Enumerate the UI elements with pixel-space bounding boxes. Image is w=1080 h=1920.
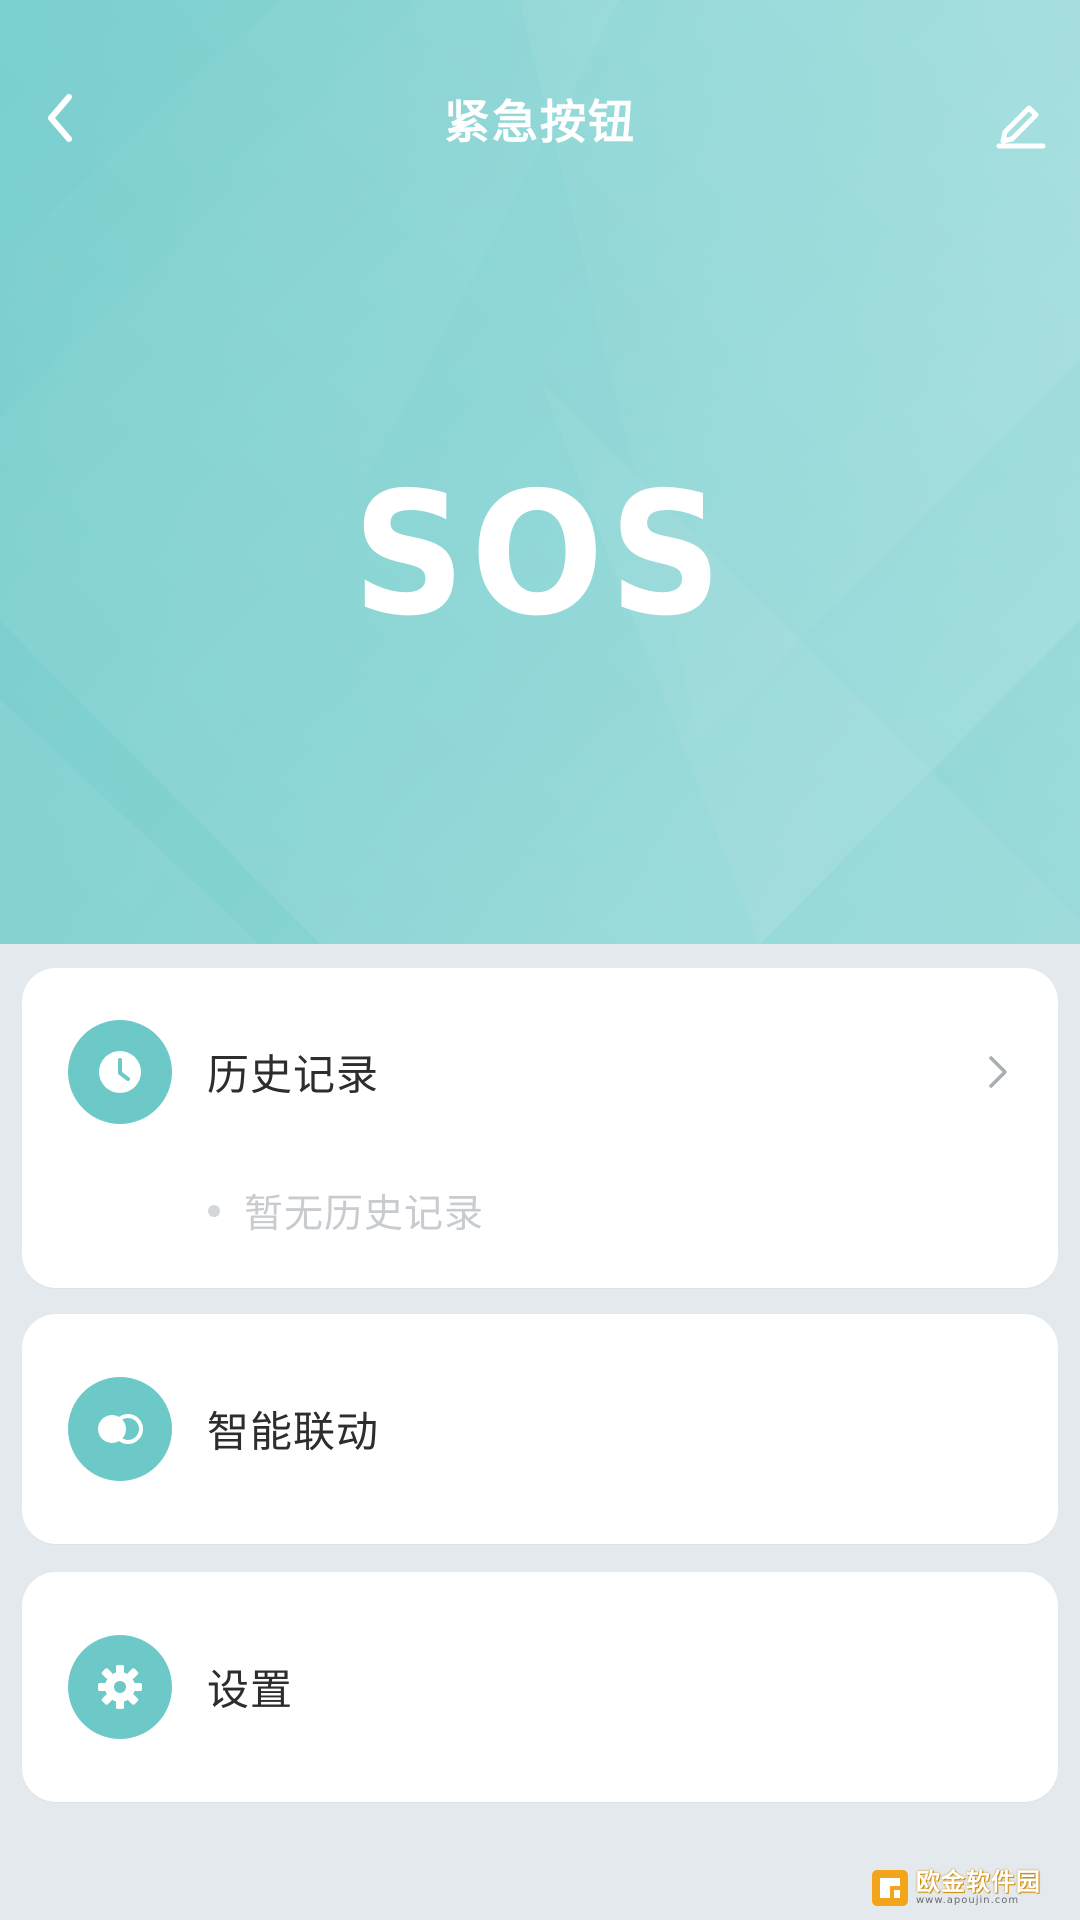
history-row[interactable]: 历史记录 [22, 968, 1058, 1178]
history-icon-circle [68, 1020, 172, 1124]
watermark-sub-text: www.apoujin.com [916, 1895, 1020, 1906]
gear-icon [98, 1665, 142, 1709]
settings-label: 设置 [207, 1665, 294, 1715]
edit-button[interactable] [982, 84, 1058, 160]
watermark-text: 欧金软件园 www.apoujin.com [916, 1870, 1041, 1906]
clock-icon [99, 1051, 141, 1093]
sos-hero: 紧急按钮 SOS [0, 0, 1080, 944]
smart-linkage-card[interactable]: 智能联动 [22, 1314, 1058, 1544]
toggle-icon [98, 1414, 143, 1444]
history-empty-state: 暂无历史记录 [208, 1183, 484, 1239]
settings-card[interactable]: 设置 [22, 1572, 1058, 1802]
top-bar: 紧急按钮 [0, 0, 1080, 240]
page: 紧急按钮 SOS 历史记录 暂无历史记录 智能联动 设置 欧金软件园 www.a… [0, 0, 1080, 1920]
page-title: 紧急按钮 [444, 95, 636, 149]
settings-icon-circle [68, 1635, 172, 1739]
chevron-right-icon [989, 1056, 1007, 1088]
smart-linkage-row[interactable]: 智能联动 [22, 1314, 1058, 1544]
sos-label: SOS [352, 456, 728, 654]
pencil-icon [996, 105, 1046, 149]
history-arrow [978, 1047, 1018, 1097]
empty-state-dot [208, 1205, 220, 1217]
watermark: 欧金软件园 www.apoujin.com [870, 1866, 1070, 1910]
smart-linkage-label: 智能联动 [207, 1407, 380, 1457]
history-empty-text: 暂无历史记录 [244, 1192, 485, 1237]
history-label: 历史记录 [207, 1050, 380, 1100]
watermark-main-text: 欧金软件园 [916, 1868, 1041, 1896]
settings-row[interactable]: 设置 [22, 1572, 1058, 1802]
smart-linkage-icon-circle [68, 1377, 172, 1481]
watermark-logo [872, 1870, 908, 1906]
history-card: 历史记录 暂无历史记录 [22, 968, 1058, 1288]
